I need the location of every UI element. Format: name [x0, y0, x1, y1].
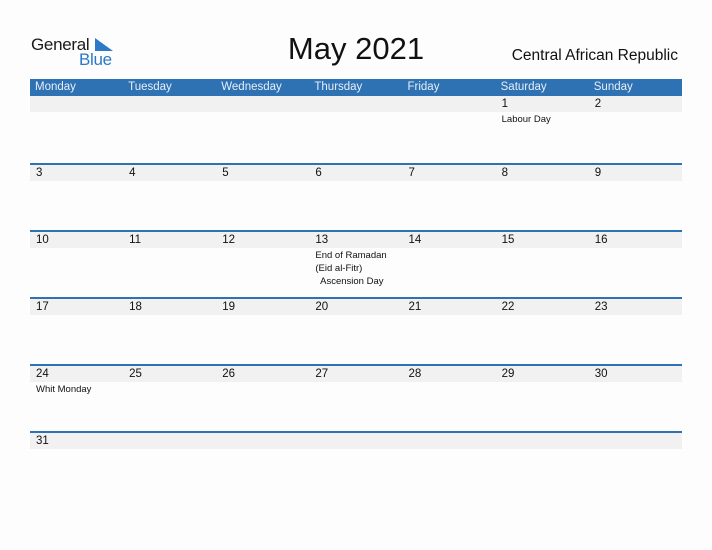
day-number: 15	[501, 233, 515, 246]
day-number: 21	[408, 300, 422, 313]
day-number: 10	[36, 233, 49, 246]
day-cell: 22	[496, 299, 589, 315]
day-cell	[216, 96, 309, 126]
day-number: 18	[129, 300, 142, 313]
day-cell: 17	[30, 299, 123, 315]
holiday-list: Whit Monday	[36, 383, 123, 396]
day-cell: 25	[123, 366, 216, 396]
weekday-thursday: Thursday	[314, 81, 363, 93]
day-cell: 5	[216, 165, 309, 181]
day-cell	[123, 433, 216, 449]
holiday-label: End of Ramadan	[315, 249, 387, 261]
day-cell: 14	[403, 232, 496, 288]
day-number: 5	[222, 166, 229, 179]
day-cell: 16	[589, 232, 682, 288]
holiday-label: Whit Monday	[36, 383, 92, 395]
day-cell	[123, 96, 216, 126]
week-row: 1 Labour Day 2	[30, 96, 682, 163]
day-number: 24	[36, 367, 49, 380]
day-number: 17	[36, 300, 49, 313]
country-name: Central African Republic	[511, 47, 678, 64]
day-number: 29	[501, 367, 515, 380]
day-cell: 28	[403, 366, 496, 396]
weekday-header: Monday Tuesday Wednesday Thursday Friday…	[30, 79, 682, 96]
day-number: 14	[408, 233, 422, 246]
day-cell: 2	[589, 96, 682, 126]
day-number: 16	[594, 233, 608, 246]
day-number: 8	[501, 166, 509, 179]
day-cell	[309, 96, 402, 126]
day-cell: 1 Labour Day	[496, 96, 589, 126]
day-cell: 23	[589, 299, 682, 315]
day-cell: 3	[30, 165, 123, 181]
day-number: 13	[315, 233, 329, 246]
day-number: 22	[501, 300, 515, 313]
day-cell: 20	[309, 299, 402, 315]
day-cell	[496, 433, 589, 449]
day-cell	[403, 96, 496, 126]
day-cell	[403, 433, 496, 449]
weekday-wednesday: Wednesday	[221, 81, 282, 93]
day-number: 12	[222, 233, 236, 246]
day-number: 28	[408, 367, 422, 380]
calendar-grid: Monday Tuesday Wednesday Thursday Friday…	[30, 79, 682, 498]
day-number: 7	[408, 166, 415, 179]
day-cell	[30, 96, 123, 126]
day-number: 1	[501, 98, 509, 110]
day-cell: 29	[496, 366, 589, 396]
day-cell: 6	[309, 165, 402, 181]
day-cell: 19	[216, 299, 309, 315]
day-cell: 24 Whit Monday	[30, 366, 123, 396]
day-cell	[309, 433, 402, 449]
day-cell	[216, 433, 309, 449]
day-cell: 12	[216, 232, 309, 288]
week-row: 3 4 5 6 7 8 9	[30, 163, 682, 230]
day-number: 11	[129, 233, 142, 246]
week-row: 24 Whit Monday 25 26 27 28 29 30	[30, 364, 682, 431]
weeks-container: 1 Labour Day 2 3 4 5 6 7 8 9 10 11 12 13 End of Ramada…	[30, 96, 682, 498]
day-cell: 7	[403, 165, 496, 181]
weekday-sunday: Sunday	[593, 81, 633, 93]
day-cell	[589, 433, 682, 449]
day-cell: 10	[30, 232, 123, 288]
day-number: 26	[222, 367, 236, 380]
day-number: 19	[222, 300, 236, 313]
day-number: 6	[315, 166, 322, 179]
day-cell: 18	[123, 299, 216, 315]
day-cell: 30	[589, 366, 682, 396]
day-cell: 8	[496, 165, 589, 181]
day-cell: 13 End of Ramadan (Eid al-Fitr) Ascension …	[309, 232, 402, 288]
day-number: 2	[594, 98, 602, 110]
weekday-saturday: Saturday	[500, 81, 547, 93]
day-number: 20	[315, 300, 329, 313]
day-cell: 31	[30, 433, 123, 449]
day-cell: 26	[216, 366, 309, 396]
holiday-label: (Eid al-Fitr)	[315, 262, 363, 274]
day-number: 9	[594, 166, 602, 179]
day-number: 23	[594, 300, 608, 313]
holiday-list: End of Ramadan (Eid al-Fitr) Ascension Da…	[315, 249, 402, 288]
day-number: 4	[129, 166, 136, 179]
day-cell: 27	[309, 366, 402, 396]
day-number: 25	[129, 367, 142, 380]
day-cell: 21	[403, 299, 496, 315]
day-number: 3	[36, 166, 43, 179]
holiday-label: Labour Day	[501, 114, 551, 125]
day-number: 31	[36, 434, 49, 447]
week-row: 10 11 12 13 End of Ramadan (Eid al-Fitr) Asce…	[30, 230, 682, 297]
day-number: 27	[315, 367, 329, 380]
weekday-tuesday: Tuesday	[128, 81, 172, 93]
week-row: 17 18 19 20 21 22 23	[30, 297, 682, 364]
day-cell: 4	[123, 165, 216, 181]
holiday-list: Labour Day	[502, 113, 589, 126]
weekday-monday: Monday	[35, 81, 76, 93]
week-row: 31	[30, 431, 682, 498]
weekday-friday: Friday	[407, 81, 440, 93]
holiday-label: Ascension Day	[315, 275, 384, 287]
day-cell: 15	[496, 232, 589, 288]
day-cell: 11	[123, 232, 216, 288]
day-number: 30	[594, 367, 608, 380]
day-cell: 9	[589, 165, 682, 181]
